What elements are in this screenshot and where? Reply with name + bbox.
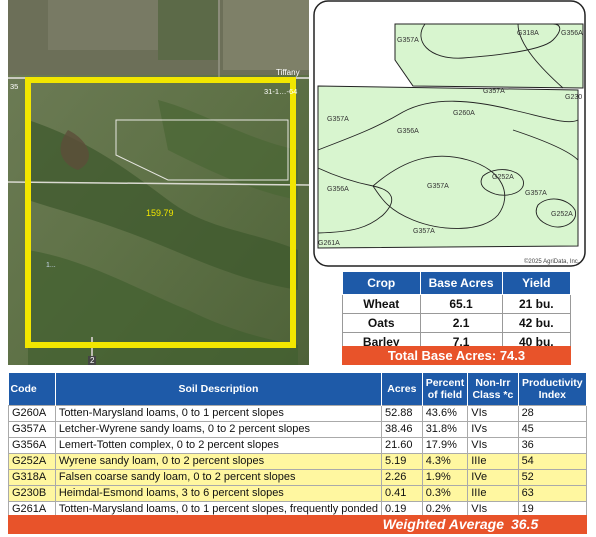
weighted-average-label: Weighted Average bbox=[382, 516, 504, 532]
soil-polygon bbox=[317, 85, 579, 249]
soil-description: Lemert-Totten complex, 0 to 2 percent sl… bbox=[54, 436, 383, 454]
soil-label: G252A bbox=[492, 174, 514, 181]
soil-label: G260A bbox=[453, 110, 475, 117]
soil-row: G356A Lemert-Totten complex, 0 to 2 perc… bbox=[8, 436, 588, 454]
description-header: Soil Description bbox=[55, 373, 383, 405]
soil-table: Code Soil Description Acres Percent of f… bbox=[8, 373, 588, 518]
soil-percent: 1.9% bbox=[421, 468, 469, 486]
soil-index: 54 bbox=[517, 452, 588, 470]
soil-map[interactable]: G357A G318A G356A G230 G260A G357A G357A… bbox=[313, 0, 586, 267]
crop-name: Wheat bbox=[342, 294, 421, 314]
soil-index: 36 bbox=[517, 436, 588, 454]
soil-percent: 4.3% bbox=[421, 452, 469, 470]
soil-description: Totten-Marysland loams, 0 to 1 percent s… bbox=[54, 404, 383, 422]
soil-label: G356A bbox=[561, 30, 583, 37]
road-number: 2 bbox=[88, 356, 97, 365]
soil-acres: 2.26 bbox=[381, 468, 423, 486]
soil-label: G357A bbox=[397, 37, 419, 44]
soil-index: 28 bbox=[517, 404, 588, 422]
soil-row: G318A Falsen coarse sandy loam, 0 to 2 p… bbox=[8, 468, 588, 486]
field-patch bbox=[223, 0, 309, 70]
soil-label: G357A bbox=[413, 228, 435, 235]
soil-row: G357A Letcher-Wyrene sandy loams, 0 to 2… bbox=[8, 420, 588, 438]
soil-percent: 43.6% bbox=[421, 404, 469, 422]
soil-label: G357A bbox=[327, 116, 349, 123]
soil-description: Falsen coarse sandy loam, 0 to 2 percent… bbox=[54, 468, 383, 486]
left-edge-number: 35 bbox=[10, 82, 19, 91]
soil-label: G356A bbox=[327, 186, 349, 193]
soil-row: G252A Wyrene sandy loam, 0 to 2 percent … bbox=[8, 452, 588, 470]
base-acres: 2.1 bbox=[419, 313, 503, 333]
field-patch bbox=[158, 0, 218, 60]
soil-row: G230B Heimdal-Esmond loams, 3 to 6 perce… bbox=[8, 484, 588, 502]
soil-class: VIs bbox=[467, 436, 519, 454]
soil-acres: 52.88 bbox=[381, 404, 423, 422]
soil-code: G260A bbox=[8, 404, 56, 422]
soil-acres: 5.19 bbox=[381, 452, 423, 470]
soil-index: 52 bbox=[517, 468, 588, 486]
weighted-average-value: 36.5 bbox=[511, 516, 539, 532]
soil-acres: 0.41 bbox=[381, 484, 423, 502]
soil-code: G252A bbox=[8, 452, 56, 470]
section-label: 31-1…-64 bbox=[264, 87, 298, 96]
soil-label: G252A bbox=[551, 211, 573, 218]
base-acres-header: Base Acres bbox=[419, 271, 503, 295]
weighted-average-bar: Weighted Average 36.5 bbox=[8, 515, 587, 534]
soil-description: Letcher-Wyrene sandy loams, 0 to 2 perce… bbox=[54, 420, 383, 438]
soil-percent: 17.9% bbox=[421, 436, 469, 454]
soil-class: IIIe bbox=[467, 484, 519, 502]
soil-code: G357A bbox=[8, 420, 56, 438]
soil-label: G318A bbox=[517, 30, 539, 37]
soil-class: VIs bbox=[467, 404, 519, 422]
soil-class: IVs bbox=[467, 420, 519, 438]
soil-label: G357A bbox=[483, 88, 505, 95]
soil-code: G356A bbox=[8, 436, 56, 454]
soil-label: G356A bbox=[397, 128, 419, 135]
soil-row: G260A Totten-Marysland loams, 0 to 1 per… bbox=[8, 404, 588, 422]
map-copyright: ©2025 AgriData, Inc. bbox=[524, 259, 580, 265]
crop-row: Wheat 65.1 21 bu. bbox=[342, 294, 572, 314]
soil-label: G230 bbox=[565, 94, 583, 101]
soil-code: G230B bbox=[8, 484, 56, 502]
aerial-map[interactable]: Tiffany 31-1…-64 35 159.79 1... 2 bbox=[8, 0, 309, 365]
class-header: Non-Irr Class *c bbox=[467, 373, 519, 405]
soil-acres: 21.60 bbox=[381, 436, 423, 454]
crop-table: Crop Base Acres Yield Wheat 65.1 21 bu. … bbox=[342, 271, 572, 352]
soil-class: IIIe bbox=[467, 452, 519, 470]
soil-label: G357A bbox=[427, 183, 449, 190]
soil-percent: 31.8% bbox=[421, 420, 469, 438]
soil-class: IVe bbox=[467, 468, 519, 486]
crop-row: Oats 2.1 42 bu. bbox=[342, 313, 572, 333]
soil-code: G318A bbox=[8, 468, 56, 486]
code-header: Code bbox=[8, 373, 56, 405]
town-label: Tiffany bbox=[276, 68, 300, 77]
crop-yield: 42 bu. bbox=[501, 313, 572, 333]
total-base-acres: Total Base Acres: 74.3 bbox=[342, 346, 571, 365]
crop-name: Oats bbox=[342, 313, 421, 333]
field-number-label: 1... bbox=[46, 262, 56, 269]
yield-header: Yield bbox=[501, 271, 572, 295]
base-acres: 65.1 bbox=[419, 294, 503, 314]
soil-index: 45 bbox=[517, 420, 588, 438]
acres-header: Acres bbox=[381, 373, 423, 405]
soil-acres: 38.46 bbox=[381, 420, 423, 438]
soil-percent: 0.3% bbox=[421, 484, 469, 502]
soil-description: Heimdal-Esmond loams, 3 to 6 percent slo… bbox=[54, 484, 383, 502]
index-header: Productivity Index bbox=[518, 373, 588, 405]
acres-label: 159.79 bbox=[146, 208, 174, 218]
soil-label: G357A bbox=[525, 190, 547, 197]
soil-index: 63 bbox=[517, 484, 588, 502]
field-patch bbox=[48, 0, 158, 50]
crop-yield: 21 bu. bbox=[501, 294, 572, 314]
soil-label: G261A bbox=[318, 240, 340, 247]
crop-header: Crop bbox=[342, 271, 421, 295]
percent-header: Percent of field bbox=[422, 373, 469, 405]
soil-description: Wyrene sandy loam, 0 to 2 percent slopes bbox=[54, 452, 383, 470]
